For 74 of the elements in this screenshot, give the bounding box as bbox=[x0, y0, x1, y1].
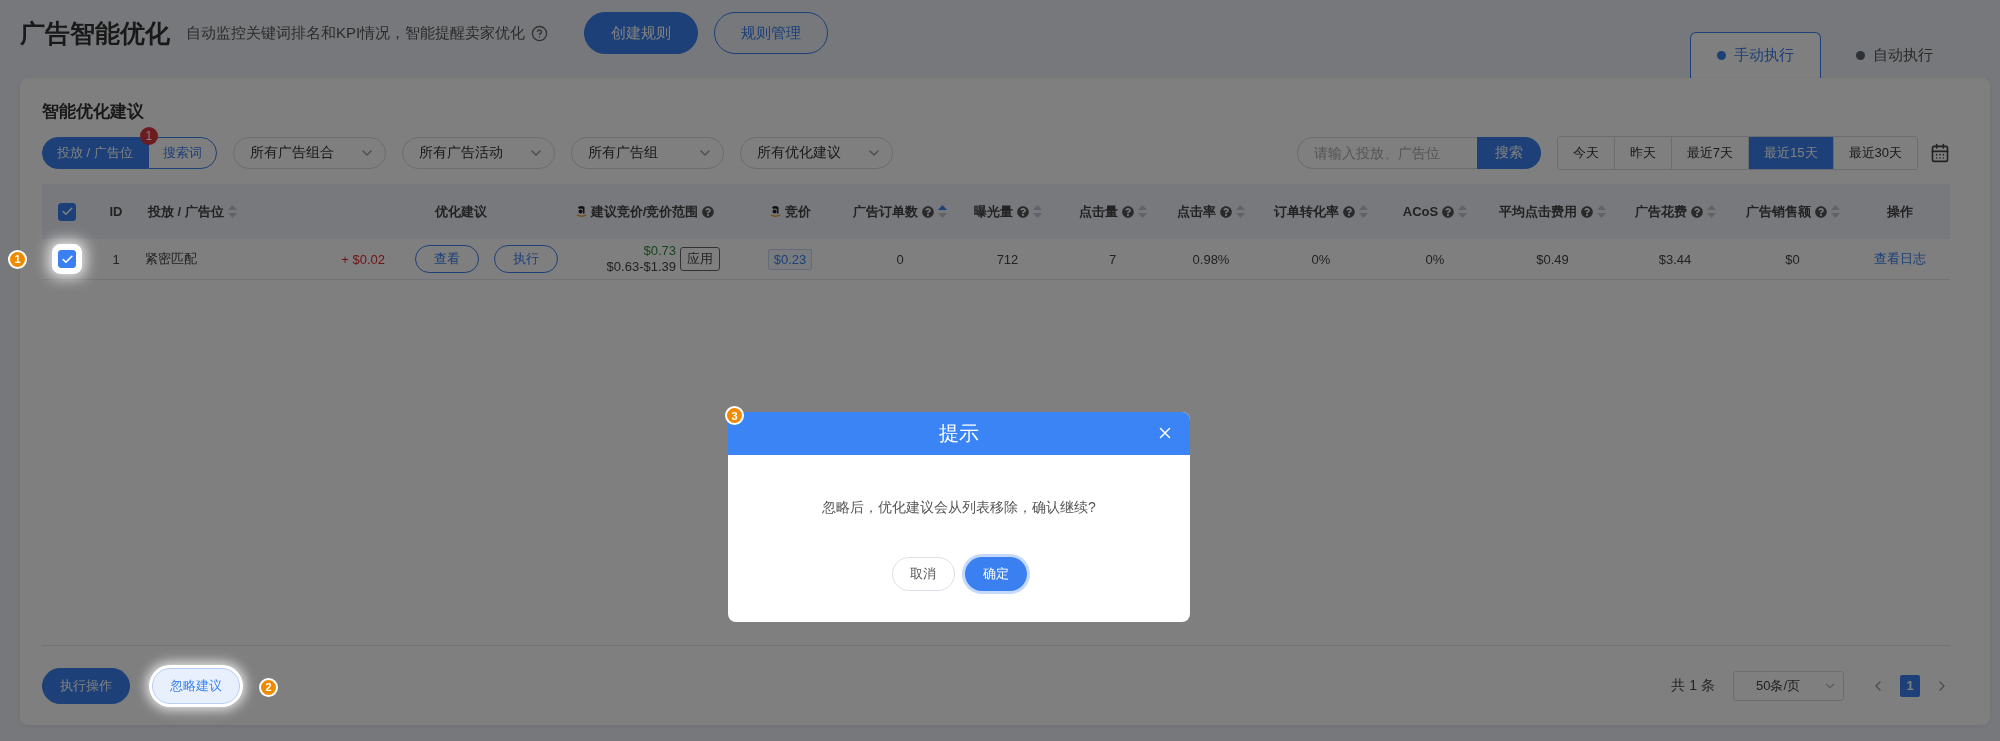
table-cell: $3.44 bbox=[1658, 251, 1692, 267]
help-icon[interactable] bbox=[1220, 205, 1232, 218]
column-header: 广告花费 bbox=[1634, 202, 1687, 221]
column-header: 优化建议 bbox=[435, 202, 487, 221]
action-button[interactable]: 执行 bbox=[494, 245, 558, 273]
table-cell: 0% bbox=[1311, 251, 1331, 267]
table-cell: 712 bbox=[996, 251, 1019, 267]
column-header: 投放 / 广告位 bbox=[148, 202, 224, 221]
table-cell: 0 bbox=[896, 251, 904, 267]
help-icon[interactable] bbox=[1343, 205, 1355, 218]
bid-change: + $0.02 bbox=[341, 251, 385, 267]
footer-button[interactable]: 执行操作 bbox=[42, 667, 130, 704]
mode-tab[interactable]: 手动执行 bbox=[1690, 32, 1821, 78]
table-cell: $0.49 bbox=[1536, 251, 1569, 267]
column-header: 广告订单数 bbox=[853, 202, 918, 221]
page-number[interactable]: 1 bbox=[1900, 674, 1920, 697]
table-cell: 紧密匹配 bbox=[145, 250, 197, 268]
help-icon[interactable] bbox=[702, 205, 715, 218]
table-cell: 1 bbox=[112, 251, 120, 267]
column-header: 点击量 bbox=[1078, 202, 1118, 221]
page-subtitle: 自动监控关键词排名和KPI情况，智能提醒卖家优化 bbox=[186, 23, 526, 43]
dialog-button[interactable]: 取消 bbox=[891, 557, 955, 591]
date-range-button[interactable]: 最近30天 bbox=[1832, 137, 1917, 169]
table-cell: 0% bbox=[1425, 251, 1445, 267]
column-header: 建议竞价/竞价范围 bbox=[590, 202, 699, 221]
bid-tag[interactable]: $0.23 bbox=[767, 248, 813, 270]
page-size-dropdown[interactable]: 50条/页 bbox=[1733, 670, 1844, 701]
column-header: 平均点击费用 bbox=[1499, 202, 1577, 221]
sort-icon[interactable] bbox=[938, 205, 947, 218]
column-header: 订单转化率 bbox=[1274, 202, 1339, 221]
select-all-checkbox[interactable] bbox=[58, 202, 76, 221]
amazon-logo-icon bbox=[769, 205, 781, 218]
bid-range: $0.63-$1.39 bbox=[606, 259, 676, 275]
help-icon[interactable] bbox=[1581, 205, 1593, 218]
help-icon[interactable] bbox=[1814, 205, 1827, 218]
step-marker: 2 bbox=[259, 677, 278, 697]
dialog-message: 忽略后，优化建议会从列表移除，确认继续? bbox=[821, 499, 1097, 517]
amazon-logo-icon bbox=[575, 205, 587, 218]
count-badge: 1 bbox=[139, 127, 158, 145]
help-icon[interactable] bbox=[1121, 205, 1134, 218]
view-toggle-button[interactable]: 投放 / 广告位 bbox=[42, 137, 148, 169]
column-header: ACoS bbox=[1402, 204, 1439, 219]
column-header: ID bbox=[109, 204, 123, 219]
search-button[interactable]: 搜索 bbox=[1476, 137, 1541, 169]
header-button[interactable]: 创建规则 bbox=[584, 12, 699, 54]
column-header: 竞价 bbox=[784, 202, 811, 221]
help-icon[interactable] bbox=[1016, 205, 1029, 218]
panel-title: 智能优化建议 bbox=[42, 101, 145, 123]
action-button[interactable]: 查看 bbox=[415, 245, 479, 273]
check-icon bbox=[60, 205, 74, 218]
date-range-button[interactable]: 最近15天 bbox=[1748, 137, 1833, 169]
footer-button[interactable]: 忽略建议 bbox=[152, 667, 240, 704]
column-header: 操作 bbox=[1887, 202, 1913, 221]
table-cell: $0 bbox=[1785, 251, 1800, 267]
dialog-title: 提示 bbox=[939, 421, 979, 446]
view-log-link[interactable]: 查看日志 bbox=[1874, 250, 1926, 268]
column-header: 广告销售额 bbox=[1745, 202, 1811, 221]
help-icon[interactable] bbox=[922, 205, 934, 218]
dialog-button[interactable]: 确定 bbox=[964, 557, 1027, 591]
mode-tab[interactable]: 自动执行 bbox=[1829, 32, 1960, 78]
table-cell: 0.98% bbox=[1192, 251, 1230, 267]
suggested-bid: $0.73 bbox=[643, 243, 676, 259]
help-icon[interactable] bbox=[1690, 205, 1703, 218]
column-header: 点击率 bbox=[1177, 202, 1216, 221]
step-marker: 1 bbox=[8, 249, 27, 269]
page-title: 广告智能优化 bbox=[20, 17, 170, 49]
column-header: 曝光量 bbox=[973, 202, 1013, 221]
help-icon[interactable] bbox=[1442, 205, 1455, 218]
table-cell: 7 bbox=[1108, 251, 1117, 267]
calendar-icon[interactable] bbox=[1930, 143, 1950, 163]
total-count: 共 1 条 bbox=[1671, 676, 1715, 695]
help-icon[interactable] bbox=[531, 24, 549, 42]
apply-button[interactable]: 应用 bbox=[680, 247, 720, 271]
check-icon bbox=[60, 252, 74, 266]
